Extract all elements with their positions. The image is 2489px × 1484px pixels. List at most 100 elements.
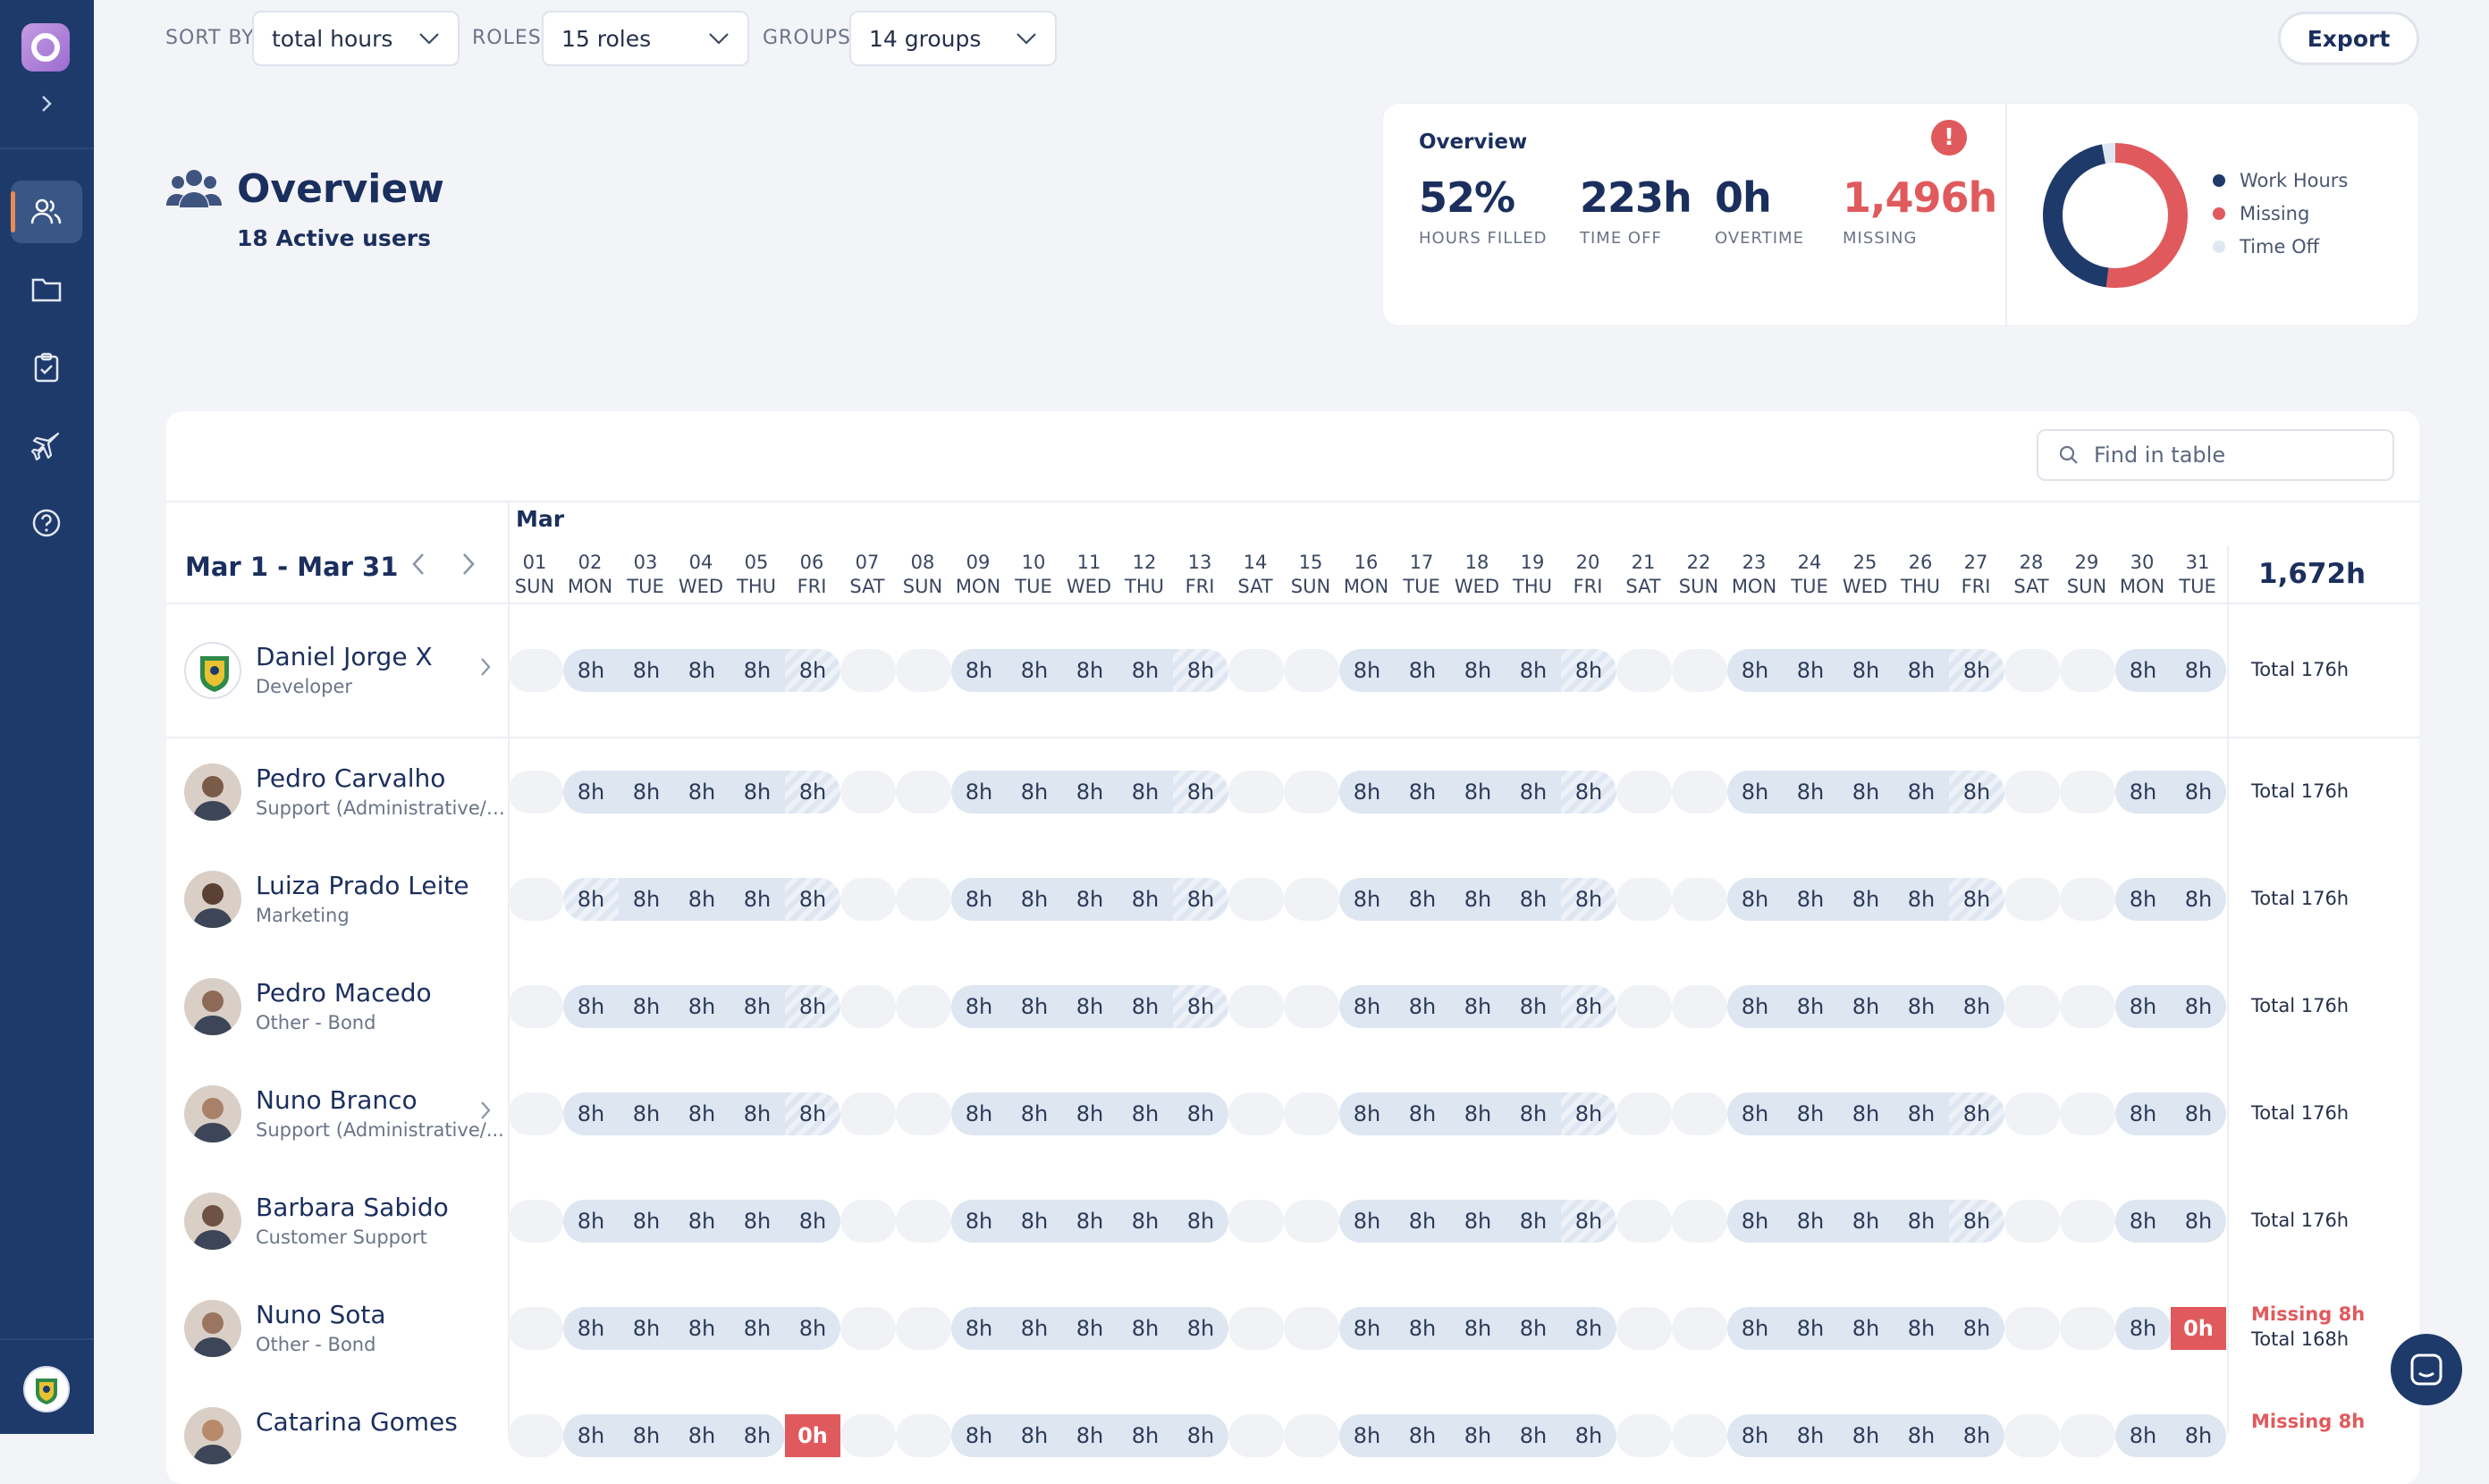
hours-cell[interactable]: 8h <box>1783 771 1838 814</box>
hours-cell[interactable]: 8h <box>1506 649 1561 692</box>
empty-day-cell[interactable] <box>896 1414 951 1457</box>
hours-cell[interactable]: 8h <box>674 878 730 921</box>
alert-icon[interactable]: ! <box>1931 120 1967 156</box>
hours-cell[interactable]: 8h <box>1395 878 1450 921</box>
empty-day-cell[interactable] <box>1228 649 1284 692</box>
empty-day-cell[interactable] <box>1616 878 1672 921</box>
empty-day-cell[interactable] <box>1616 1414 1672 1457</box>
nav-tasks[interactable] <box>11 336 82 399</box>
hours-cell[interactable]: 8h <box>1007 1200 1062 1243</box>
empty-day-cell[interactable] <box>508 1414 563 1457</box>
hours-cell[interactable]: 8h <box>1949 1092 2004 1135</box>
hours-cell[interactable]: 8h <box>1727 1200 1783 1243</box>
hours-cell[interactable]: 8h <box>674 1200 730 1243</box>
hours-cell[interactable]: 8h <box>785 649 840 692</box>
hours-cell[interactable]: 8h <box>563 1307 619 1350</box>
hours-cell[interactable]: 8h <box>1561 1307 1616 1350</box>
hours-cell[interactable]: 8h <box>2171 771 2226 814</box>
empty-day-cell[interactable] <box>896 878 951 921</box>
hours-cell[interactable]: 8h <box>1949 771 2004 814</box>
hours-cell[interactable]: 8h <box>1894 649 1949 692</box>
user-name[interactable]: Barbara Sabido <box>256 1193 449 1222</box>
hours-cell[interactable]: 8h <box>1173 1307 1228 1350</box>
hours-cell[interactable]: 8h <box>619 1092 674 1135</box>
empty-day-cell[interactable] <box>508 649 563 692</box>
empty-day-cell[interactable] <box>2004 649 2060 692</box>
hours-cell[interactable]: 8h <box>1062 1092 1118 1135</box>
hours-cell[interactable]: 8h <box>674 1307 730 1350</box>
hours-cell[interactable]: 8h <box>951 771 1007 814</box>
empty-day-cell[interactable] <box>508 771 563 814</box>
hours-cell[interactable]: 8h <box>1727 1092 1783 1135</box>
nav-time-off[interactable] <box>11 414 82 476</box>
hours-cell[interactable]: 8h <box>1561 878 1616 921</box>
hours-cell[interactable]: 8h <box>1506 1200 1561 1243</box>
empty-day-cell[interactable] <box>840 1200 896 1243</box>
hours-cell[interactable]: 8h <box>1783 878 1838 921</box>
hours-cell[interactable]: 8h <box>563 1092 619 1135</box>
empty-day-cell[interactable] <box>2004 878 2060 921</box>
hours-cell[interactable]: 8h <box>1838 985 1894 1028</box>
empty-day-cell[interactable] <box>1616 1307 1672 1350</box>
hours-cell[interactable]: 8h <box>1506 878 1561 921</box>
empty-day-cell[interactable] <box>1284 985 1339 1028</box>
hours-cell[interactable]: 8h <box>2115 1200 2171 1243</box>
hours-cell[interactable]: 8h <box>1062 985 1118 1028</box>
hours-cell[interactable]: 8h <box>1450 878 1506 921</box>
hours-cell[interactable]: 8h <box>619 649 674 692</box>
hours-cell[interactable]: 8h <box>1783 1414 1838 1457</box>
hours-cell[interactable]: 8h <box>674 649 730 692</box>
hours-cell[interactable]: 8h <box>1506 1092 1561 1135</box>
empty-day-cell[interactable] <box>1228 1414 1284 1457</box>
hours-cell[interactable]: 8h <box>1118 878 1173 921</box>
hours-cell[interactable]: 8h <box>1894 1307 1949 1350</box>
hours-cell[interactable]: 8h <box>1062 1414 1118 1457</box>
hours-cell[interactable]: 8h <box>619 1414 674 1457</box>
hours-cell[interactable]: 8h <box>730 1414 785 1457</box>
hours-cell[interactable]: 8h <box>1561 649 1616 692</box>
hours-cell[interactable]: 8h <box>1894 1200 1949 1243</box>
expand-row-chevron-icon[interactable] <box>479 1098 492 1127</box>
empty-day-cell[interactable] <box>2060 985 2115 1028</box>
hours-cell[interactable]: 8h <box>1450 649 1506 692</box>
empty-day-cell[interactable] <box>2004 1092 2060 1135</box>
hours-cell[interactable]: 8h <box>2171 649 2226 692</box>
hours-cell[interactable]: 8h <box>1838 878 1894 921</box>
hours-cell[interactable]: 8h <box>1561 1092 1616 1135</box>
hours-cell[interactable]: 8h <box>1062 771 1118 814</box>
empty-day-cell[interactable] <box>508 1092 563 1135</box>
empty-day-cell[interactable] <box>896 771 951 814</box>
hours-cell[interactable]: 8h <box>563 878 619 921</box>
hours-cell[interactable]: 8h <box>1838 1092 1894 1135</box>
hours-cell[interactable]: 8h <box>2171 1200 2226 1243</box>
hours-cell[interactable]: 8h <box>1173 1414 1228 1457</box>
hours-cell[interactable]: 8h <box>1007 771 1062 814</box>
export-button[interactable]: Export <box>2278 12 2419 65</box>
hours-cell[interactable]: 8h <box>2171 1092 2226 1135</box>
hours-cell[interactable]: 8h <box>674 771 730 814</box>
hours-cell[interactable]: 8h <box>1783 985 1838 1028</box>
app-logo[interactable] <box>21 23 70 72</box>
user-name[interactable]: Pedro Carvalho <box>256 763 445 793</box>
hours-cell[interactable]: 8h <box>1894 985 1949 1028</box>
user-name[interactable]: Nuno Branco <box>256 1085 418 1115</box>
sort-by-select[interactable]: total hours <box>252 11 460 66</box>
empty-day-cell[interactable] <box>1616 1092 1672 1135</box>
hours-cell[interactable]: 8h <box>1007 1307 1062 1350</box>
empty-day-cell[interactable] <box>1672 771 1727 814</box>
hours-cell[interactable]: 8h <box>2171 985 2226 1028</box>
hours-cell[interactable]: 8h <box>1949 985 2004 1028</box>
empty-day-cell[interactable] <box>1672 878 1727 921</box>
empty-day-cell[interactable] <box>840 878 896 921</box>
empty-day-cell[interactable] <box>1284 1092 1339 1135</box>
hours-cell[interactable]: 8h <box>951 1200 1007 1243</box>
expand-row-chevron-icon[interactable] <box>479 654 492 684</box>
empty-day-cell[interactable] <box>2004 985 2060 1028</box>
hours-cell[interactable]: 8h <box>1450 771 1506 814</box>
empty-day-cell[interactable] <box>2060 1414 2115 1457</box>
hours-cell[interactable]: 8h <box>1450 985 1506 1028</box>
empty-day-cell[interactable] <box>896 1092 951 1135</box>
hours-cell[interactable]: 8h <box>1506 1414 1561 1457</box>
hours-cell[interactable]: 8h <box>1949 649 2004 692</box>
hours-cell[interactable]: 8h <box>619 878 674 921</box>
